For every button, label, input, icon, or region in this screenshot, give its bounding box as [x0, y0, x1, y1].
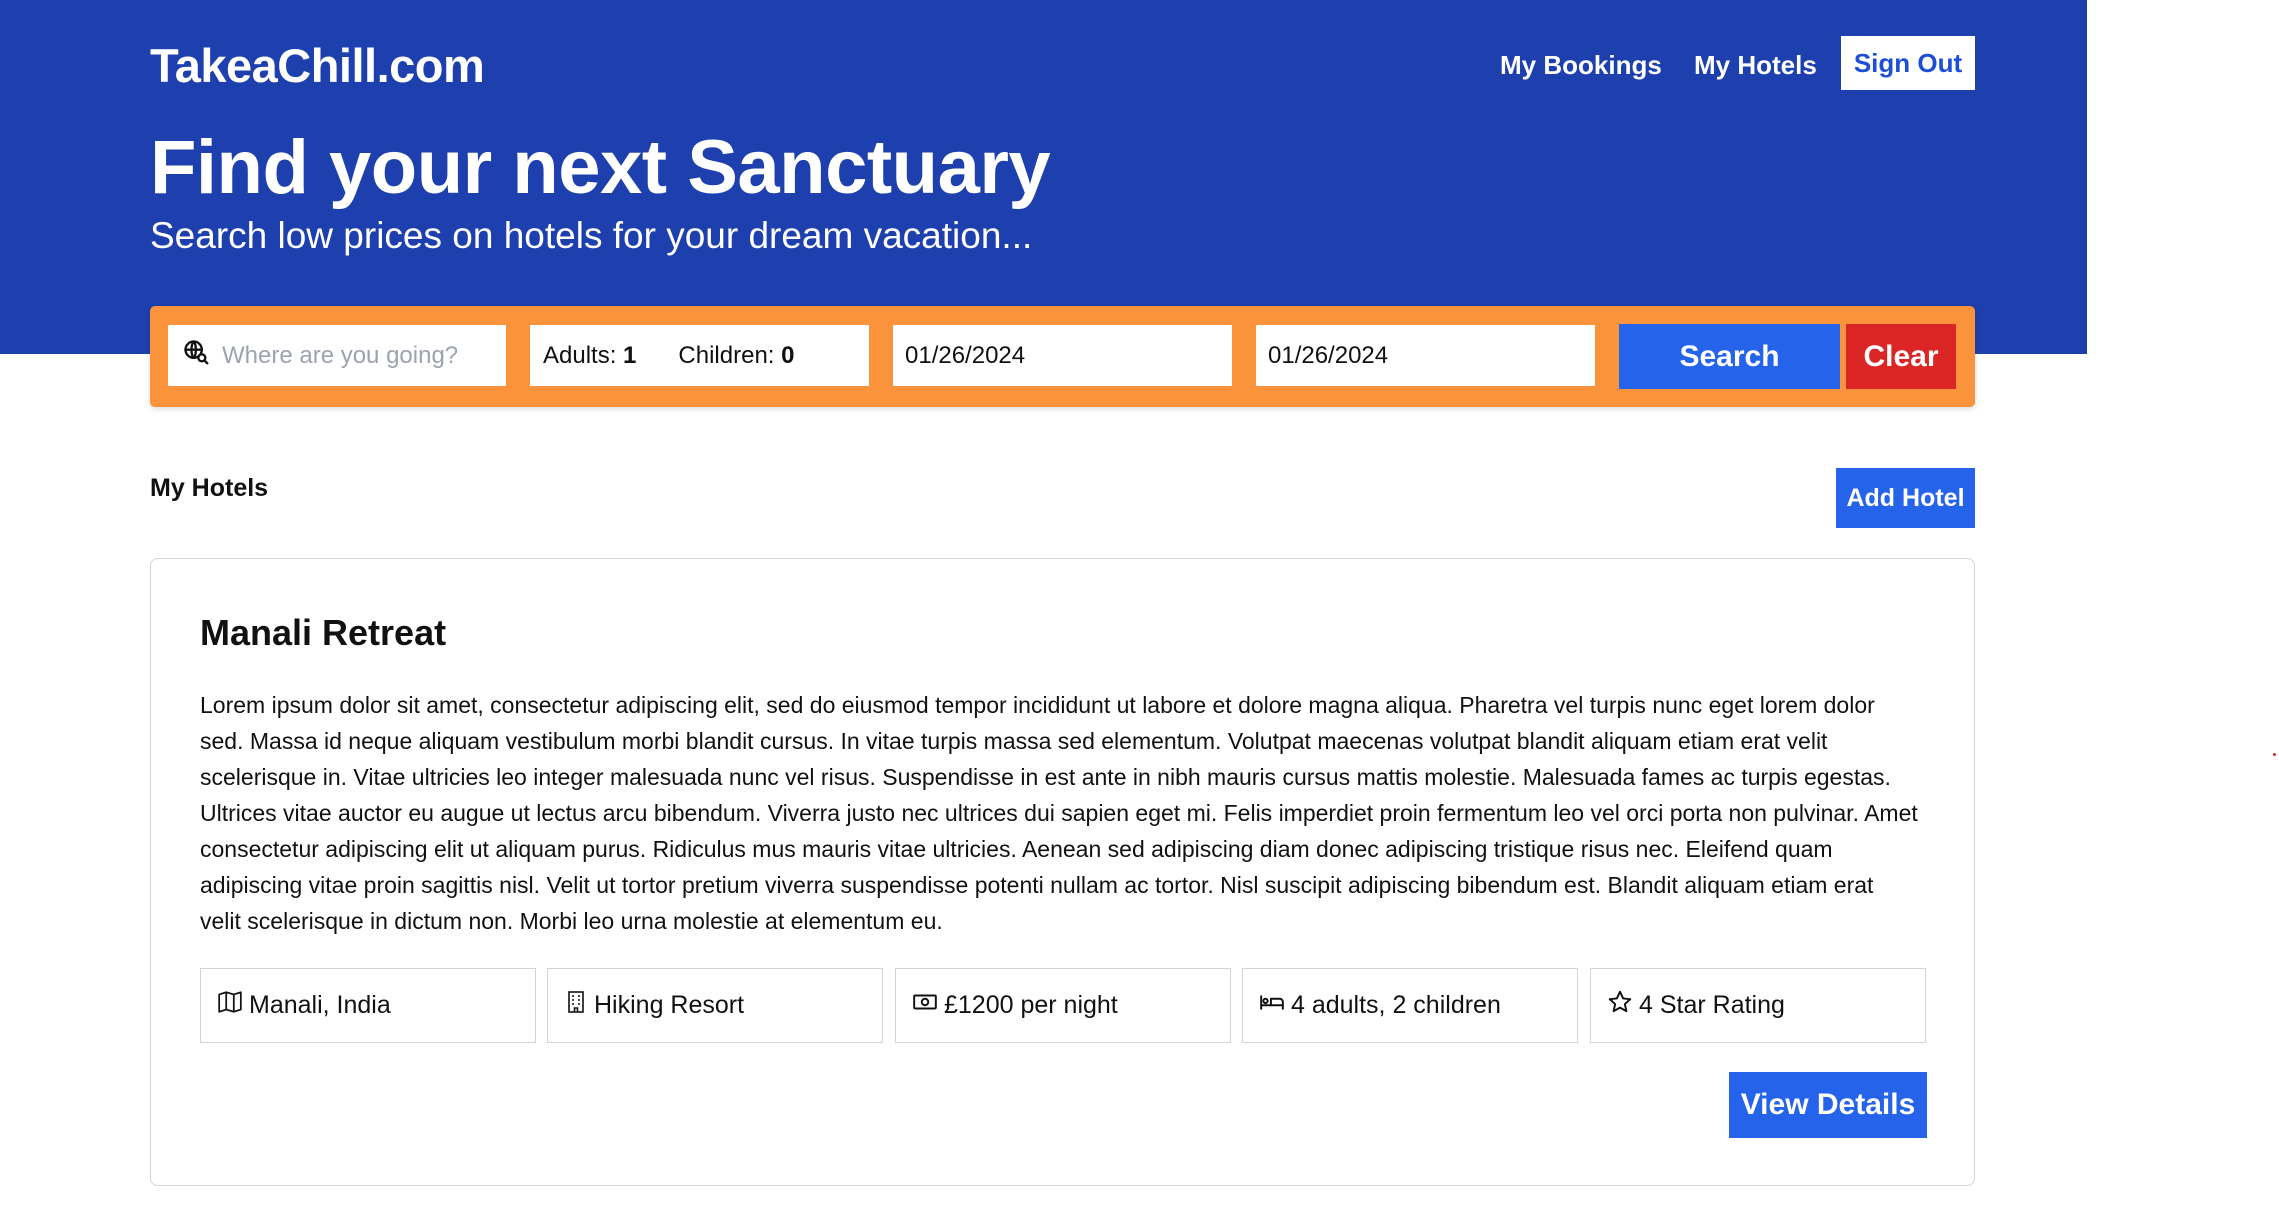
destination-input[interactable]: Where are you going? — [168, 325, 506, 386]
add-hotel-button[interactable]: Add Hotel — [1836, 468, 1975, 528]
hotel-card: Manali Retreat Lorem ipsum dolor sit ame… — [150, 558, 1975, 1186]
check-out-date-input[interactable]: 01/26/2024 — [1256, 325, 1595, 386]
search-button[interactable]: Search — [1619, 324, 1840, 389]
hotel-guests: 4 adults, 2 children — [1291, 991, 1501, 1019]
section-title: My Hotels — [150, 474, 269, 502]
children-value: 0 — [781, 341, 795, 369]
money-icon — [912, 989, 944, 1022]
star-icon — [1607, 989, 1639, 1022]
globe-search-icon — [182, 338, 210, 373]
hotel-rating: 4 Star Rating — [1639, 991, 1785, 1019]
guests-input[interactable]: Adults: 1 Children: 0 — [530, 325, 869, 386]
children-label: Children: — [678, 341, 775, 369]
nav-my-hotels[interactable]: My Hotels — [1694, 50, 1817, 81]
map-icon — [217, 989, 249, 1022]
hotel-price-chip: £1200 per night — [895, 968, 1231, 1043]
adults-field[interactable]: Adults: 1 — [543, 342, 636, 370]
hotel-guests-chip: 4 adults, 2 children — [1242, 968, 1578, 1043]
hotel-name: Manali Retreat — [200, 612, 447, 653]
site-logo[interactable]: TakeaChill.com — [150, 38, 485, 93]
search-bar: Where are you going? Adults: 1 Children:… — [150, 306, 1975, 407]
hero-title: Find your next Sanctuary — [150, 125, 1051, 210]
view-details-button[interactable]: View Details — [1729, 1072, 1927, 1138]
hotel-type: Hiking Resort — [594, 991, 745, 1019]
adults-value: 1 — [623, 341, 637, 369]
hotel-location-chip: Manali, India — [200, 968, 536, 1043]
building-icon — [564, 989, 594, 1022]
clear-button[interactable]: Clear — [1846, 324, 1956, 389]
check-in-date-input[interactable]: 01/26/2024 — [893, 325, 1232, 386]
bed-icon — [1259, 989, 1291, 1022]
hero-header: TakeaChill.com My Bookings My Hotels Sig… — [0, 0, 2087, 354]
stray-dot — [2273, 753, 2276, 756]
hotel-rating-chip: 4 Star Rating — [1590, 968, 1926, 1043]
hotel-type-chip: Hiking Resort — [547, 968, 883, 1043]
sign-out-button[interactable]: Sign Out — [1841, 36, 1975, 90]
hotel-description: Lorem ipsum dolor sit amet, consectetur … — [200, 692, 1918, 934]
hotel-price: £1200 per night — [944, 991, 1118, 1019]
adults-label: Adults: — [543, 341, 617, 369]
children-field[interactable]: Children: 0 — [678, 342, 794, 370]
hotel-location: Manali, India — [249, 991, 391, 1019]
hero-subtitle: Search low prices on hotels for your dre… — [150, 215, 1033, 256]
nav-my-bookings[interactable]: My Bookings — [1500, 50, 1662, 81]
destination-placeholder: Where are you going? — [222, 341, 459, 369]
